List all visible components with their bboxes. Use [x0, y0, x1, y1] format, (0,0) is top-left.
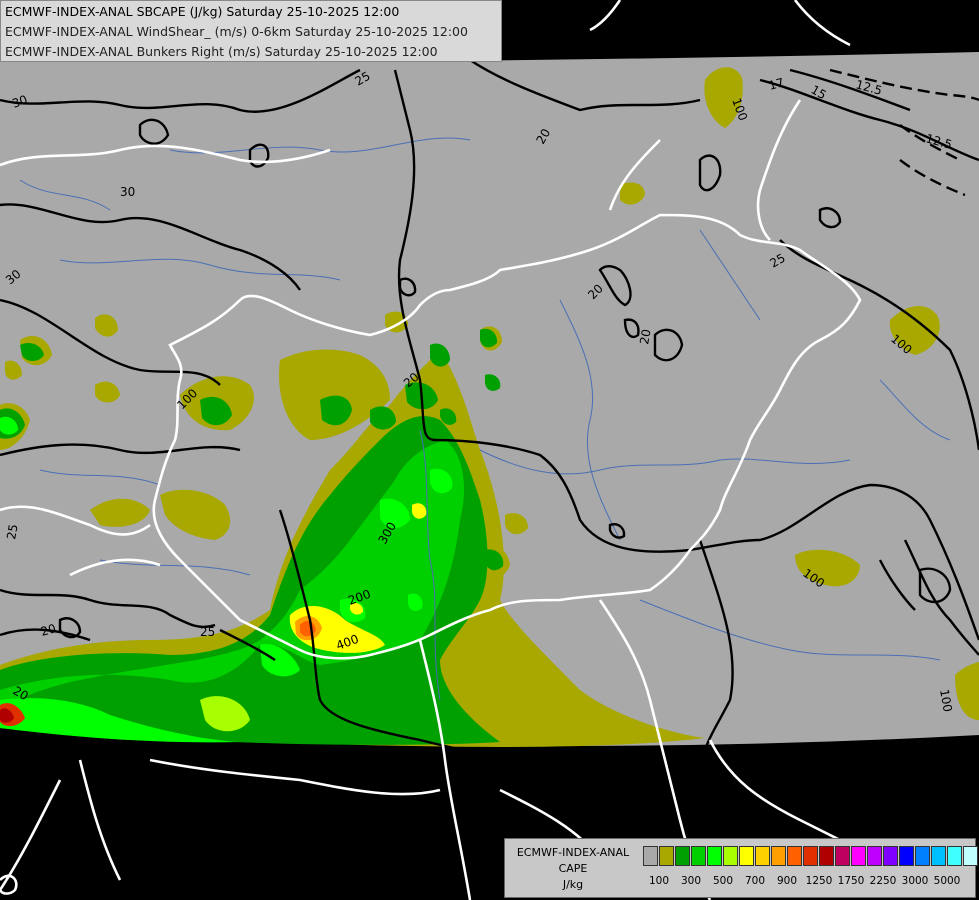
legend-swatch [883, 846, 898, 866]
legend-swatch [771, 846, 786, 866]
legend-model: ECMWF-INDEX-ANAL [516, 846, 630, 859]
legend-swatch [835, 846, 850, 866]
legend-swatch [899, 846, 914, 866]
legend-swatch [659, 846, 674, 866]
legend-swatch [755, 846, 770, 866]
legend-swatch [867, 846, 882, 866]
title-sbcape: ECMWF-INDEX-ANAL SBCAPE (J/kg) Saturday … [5, 4, 400, 19]
contour-label: 30 [120, 185, 135, 199]
legend-swatch [931, 846, 946, 866]
legend-tick-label: 500 [712, 875, 734, 887]
legend-tick-label: 2250 [869, 875, 897, 887]
legend-swatch [787, 846, 802, 866]
cape-legend: ECMWF-INDEX-ANAL CAPE J/kg 100 300 500 700 9… [504, 838, 979, 898]
legend-swatch [691, 846, 706, 866]
weather-map: 25 30 30 30 20 20 20 20 25 25 25 20 17 1… [0, 0, 979, 900]
legend-swatch [675, 846, 690, 866]
map-title-box: ECMWF-INDEX-ANAL SBCAPE (J/kg) Saturday … [0, 0, 502, 62]
legend-tick-label: 5000 [933, 875, 961, 887]
legend-swatch [723, 846, 738, 866]
contour-label: 20 [637, 328, 653, 345]
contour-label: 25 [200, 625, 215, 639]
legend-unit: J/kg [562, 878, 584, 891]
legend-swatch [915, 846, 930, 866]
contour-label: 25 [4, 523, 20, 540]
legend-tick-label: 700 [744, 875, 766, 887]
legend-tick-label: 100 [648, 875, 670, 887]
legend-swatch [851, 846, 866, 866]
legend-tick-label: 900 [776, 875, 798, 887]
legend-variable: CAPE [558, 862, 588, 875]
legend-swatch [963, 846, 978, 866]
legend-swatch [947, 846, 962, 866]
title-bunkers: ECMWF-INDEX-ANAL Bunkers Right (m/s) Sat… [5, 44, 438, 59]
title-windshear: ECMWF-INDEX-ANAL WindShear_ (m/s) 0-6km … [5, 24, 468, 39]
legend-swatch [819, 846, 834, 866]
legend-tick-labels: 100 300 500 700 900 1250 1750 2250 3000 5000 [643, 875, 973, 889]
legend-tick-label: 1250 [805, 875, 833, 887]
legend-color-bar [643, 846, 979, 866]
legend-swatch [803, 846, 818, 866]
legend-tick-label: 300 [680, 875, 702, 887]
legend-tick-label: 3000 [901, 875, 929, 887]
legend-swatch [643, 846, 658, 866]
legend-swatch [739, 846, 754, 866]
legend-tick-label: 1750 [837, 875, 865, 887]
legend-swatch [707, 846, 722, 866]
